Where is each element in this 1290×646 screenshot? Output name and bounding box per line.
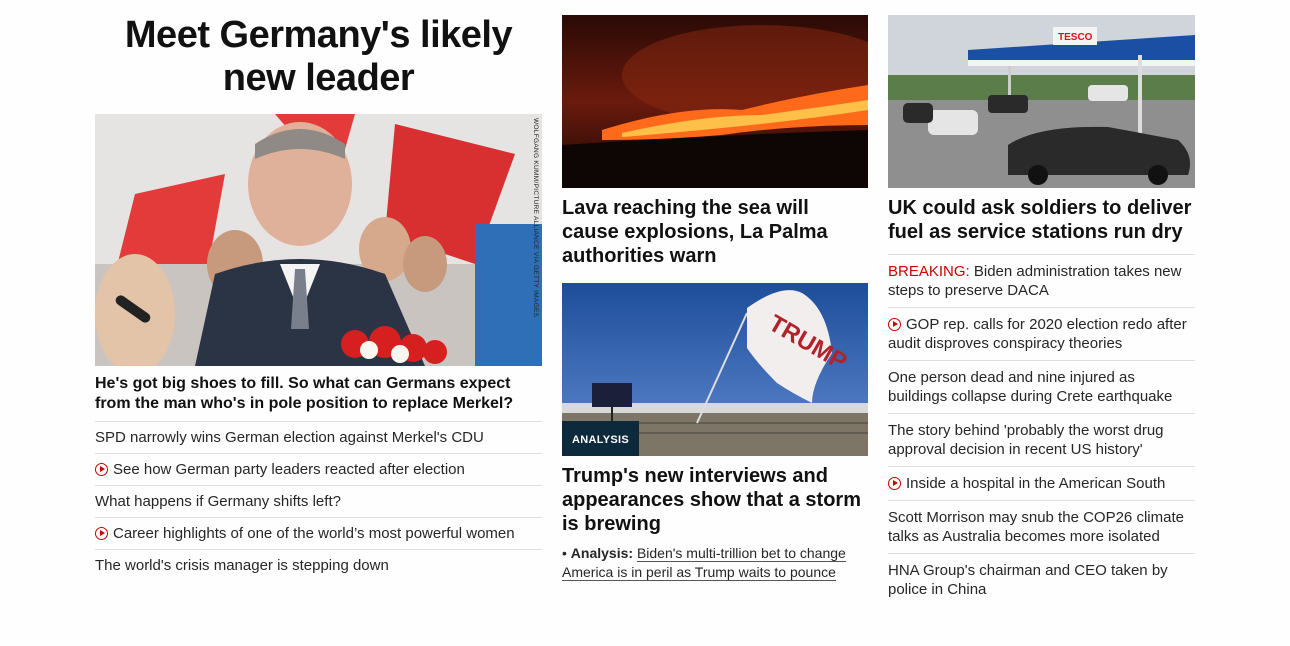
link-text: SPD narrowly wins German election agains… bbox=[95, 429, 484, 446]
play-icon bbox=[95, 463, 108, 476]
lava-photo[interactable] bbox=[562, 15, 868, 188]
breaking-label: BREAKING: bbox=[888, 263, 970, 280]
link-text: Inside a hospital in the American South bbox=[906, 475, 1166, 492]
link-text: See how German party leaders reacted aft… bbox=[113, 461, 465, 478]
right-column: TESCO UK could ask soldiers to deliver f… bbox=[888, 0, 1195, 606]
list-item[interactable]: What happens if Germany shifts left? bbox=[95, 485, 542, 517]
politician-photo bbox=[95, 114, 542, 366]
analysis-label: Analysis: bbox=[570, 545, 634, 561]
volcano-image bbox=[562, 15, 868, 188]
list-item[interactable]: One person dead and nine injured as buil… bbox=[888, 360, 1195, 413]
play-icon bbox=[95, 527, 108, 540]
fuel-headline[interactable]: UK could ask soldiers to deliver fuel as… bbox=[888, 196, 1195, 244]
list-item[interactable]: The story behind 'probably the worst dru… bbox=[888, 413, 1195, 466]
analysis-related-link[interactable]: • Analysis: Biden's multi-trillion bet t… bbox=[562, 544, 868, 582]
lead-photo[interactable]: WOLFGANG KUMM/PICTURE ALLIANCE VIA GETTY… bbox=[95, 114, 542, 366]
link-text: Career highlights of one of the world’s … bbox=[113, 525, 515, 542]
link-text: The story behind 'probably the worst dru… bbox=[888, 422, 1164, 458]
link-text: The world's crisis manager is stepping d… bbox=[95, 557, 389, 574]
list-item[interactable]: The world's crisis manager is stepping d… bbox=[95, 549, 542, 581]
link-text: What happens if Germany shifts left? bbox=[95, 493, 341, 510]
play-icon bbox=[888, 318, 901, 331]
list-item[interactable]: BREAKING: Biden administration takes new… bbox=[888, 254, 1195, 307]
list-item[interactable]: Career highlights of one of the world’s … bbox=[95, 517, 542, 549]
analysis-badge: ANALYSIS bbox=[562, 421, 640, 456]
link-text: One person dead and nine injured as buil… bbox=[888, 369, 1173, 405]
petrol-station-image: TESCO bbox=[888, 15, 1195, 188]
link-text: GOP rep. calls for 2020 election redo af… bbox=[888, 316, 1187, 352]
link-text: Scott Morrison may snub the COP26 climat… bbox=[888, 509, 1184, 545]
play-icon bbox=[888, 477, 901, 490]
list-item[interactable]: GOP rep. calls for 2020 election redo af… bbox=[888, 307, 1195, 360]
right-related-links: BREAKING: Biden administration takes new… bbox=[888, 254, 1195, 606]
trump-headline[interactable]: Trump's new interviews and appearances s… bbox=[562, 464, 868, 536]
list-item[interactable]: Inside a hospital in the American South bbox=[888, 466, 1195, 500]
lead-headline[interactable]: He's got big shoes to fill. So what can … bbox=[95, 374, 542, 414]
middle-column: Lava reaching the sea will cause explosi… bbox=[562, 0, 868, 582]
list-item[interactable]: See how German party leaders reacted aft… bbox=[95, 453, 542, 485]
list-item[interactable]: SPD narrowly wins German election agains… bbox=[95, 421, 542, 453]
fuel-station-photo[interactable]: TESCO bbox=[888, 15, 1195, 188]
lead-related-links: SPD narrowly wins German election agains… bbox=[95, 421, 542, 581]
svg-text:TESCO: TESCO bbox=[1058, 32, 1093, 43]
list-item[interactable]: HNA Group's chairman and CEO taken by po… bbox=[888, 553, 1195, 606]
trump-flag-photo[interactable]: TRUMP ANALYSIS bbox=[562, 283, 868, 456]
bullet: • bbox=[562, 545, 571, 561]
link-text: HNA Group's chairman and CEO taken by po… bbox=[888, 562, 1168, 598]
photo-credit: WOLFGANG KUMM/PICTURE ALLIANCE VIA GETTY… bbox=[532, 118, 539, 318]
list-item[interactable]: Scott Morrison may snub the COP26 climat… bbox=[888, 500, 1195, 553]
lead-title[interactable]: Meet Germany's likely new leader bbox=[95, 14, 542, 100]
lead-column: Meet Germany's likely new leader WOLFGAN… bbox=[95, 0, 542, 581]
lava-headline[interactable]: Lava reaching the sea will cause explosi… bbox=[562, 196, 868, 268]
